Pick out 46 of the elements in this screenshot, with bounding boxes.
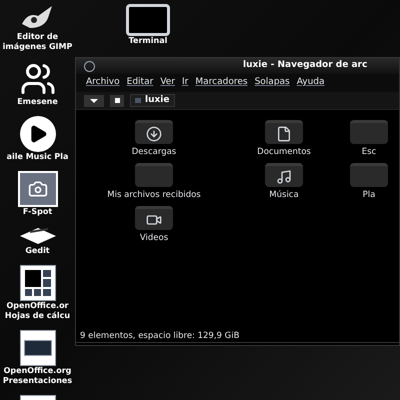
folder-icon[interactable] bbox=[265, 120, 303, 144]
folder-label[interactable]: Pla bbox=[362, 189, 376, 202]
desktop-icon-label[interactable]: Terminal bbox=[128, 36, 168, 46]
desktop-icon-label[interactable]: Hojas de cálcu bbox=[4, 311, 70, 321]
window-menu-icon[interactable] bbox=[84, 60, 95, 72]
desktop-icon-label[interactable]: F-Spot bbox=[22, 207, 52, 217]
folder-label[interactable]: Música bbox=[269, 189, 299, 202]
menu-item[interactable]: Ir bbox=[182, 76, 188, 90]
desktop-icon-label[interactable]: imágenes GIMP bbox=[2, 42, 72, 52]
status-text: 9 elementos, espacio libre: 129,9 GiB bbox=[80, 330, 240, 343]
folder-icon[interactable] bbox=[265, 163, 303, 187]
menu-item[interactable]: Archivo bbox=[86, 76, 120, 90]
folder-icon[interactable] bbox=[135, 206, 173, 230]
folder-label[interactable]: Esc bbox=[362, 146, 376, 159]
menu-item[interactable]: Ayuda bbox=[296, 76, 325, 90]
folder-icon[interactable] bbox=[135, 120, 173, 144]
camera-icon bbox=[18, 171, 58, 207]
desktop-icon-label[interactable]: Gedit bbox=[25, 246, 50, 256]
menu-item[interactable]: Marcadores bbox=[195, 76, 248, 90]
spreadsheet-icon bbox=[20, 265, 56, 301]
terminal-icon bbox=[126, 4, 170, 36]
folder-label[interactable]: Mis archivos recibidos bbox=[107, 189, 201, 202]
people-icon bbox=[20, 61, 56, 97]
file-icon bbox=[276, 126, 292, 142]
menu-item[interactable]: Solapas bbox=[254, 76, 290, 90]
back-button[interactable] bbox=[110, 94, 124, 106]
desktop-icon-label[interactable]: Presentaciones bbox=[2, 376, 72, 386]
desktop-icon-label[interactable]: OpenOffice.org bbox=[4, 366, 72, 376]
folder-label[interactable]: Documentos bbox=[257, 146, 311, 159]
play-icon bbox=[20, 116, 56, 152]
menu-item[interactable]: Ver bbox=[160, 76, 176, 90]
presentation-icon bbox=[20, 330, 56, 366]
folder-label[interactable]: Videos bbox=[140, 232, 168, 245]
desktop-icon-label[interactable]: aile Music Pla bbox=[6, 152, 68, 162]
music-note-icon bbox=[276, 168, 292, 184]
path-button[interactable]: luxie bbox=[130, 94, 174, 107]
window-title: luxie - Navegador de arc bbox=[243, 59, 368, 72]
desktop-icon-label[interactable]: Editor de bbox=[16, 32, 58, 42]
folder-label[interactable]: Descargas bbox=[132, 146, 176, 159]
caret-icon bbox=[90, 98, 98, 102]
dropdown-button[interactable] bbox=[84, 94, 104, 106]
download-icon bbox=[146, 126, 162, 142]
notepad-icon bbox=[18, 226, 58, 246]
desktop-icon-label[interactable]: OpenOffice.or bbox=[6, 301, 69, 311]
desktop-icon-label[interactable]: Emesene bbox=[17, 97, 58, 107]
menu-item[interactable]: Editar bbox=[126, 76, 154, 90]
